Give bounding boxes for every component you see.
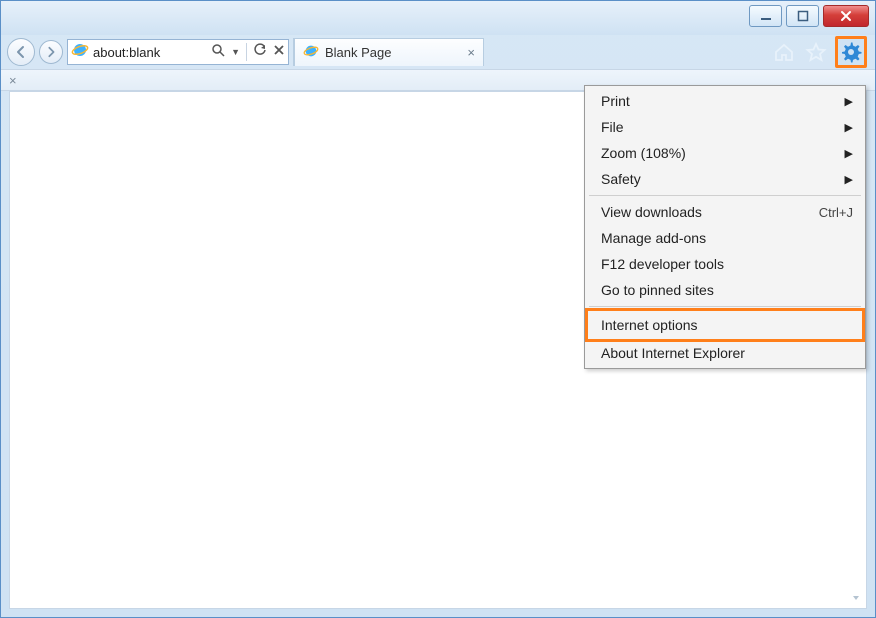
ie-logo-icon (303, 43, 319, 62)
menu-item-view-downloads[interactable]: View downloads Ctrl+J (587, 199, 863, 225)
menu-item-label: Go to pinned sites (601, 282, 714, 298)
menu-item-label: Internet options (601, 317, 698, 333)
dropdown-icon[interactable]: ▼ (231, 47, 240, 57)
submenu-arrow-icon: ▶ (845, 121, 853, 134)
scroll-down-icon[interactable] (848, 590, 864, 606)
menu-item-print[interactable]: Print ▶ (587, 88, 863, 114)
tab-strip: Blank Page × (293, 38, 493, 66)
back-button[interactable] (7, 38, 35, 66)
menu-item-label: Manage add-ons (601, 230, 706, 246)
subtab-close-icon[interactable]: × (9, 73, 17, 88)
menu-item-label: F12 developer tools (601, 256, 724, 272)
menu-item-go-to-pinned-sites[interactable]: Go to pinned sites (587, 277, 863, 303)
menu-item-file[interactable]: File ▶ (587, 114, 863, 140)
close-button[interactable] (823, 5, 869, 27)
ie-logo-icon (71, 41, 89, 64)
menu-item-manage-add-ons[interactable]: Manage add-ons (587, 225, 863, 251)
menu-item-zoom-108[interactable]: Zoom (108%) ▶ (587, 140, 863, 166)
menu-item-label: Print (601, 93, 630, 109)
forward-button[interactable] (39, 40, 63, 64)
address-bar[interactable]: about:blank ▼ (67, 39, 289, 65)
menu-shortcut: Ctrl+J (819, 205, 853, 220)
submenu-arrow-icon: ▶ (845, 95, 853, 108)
menu-item-label: View downloads (601, 204, 702, 220)
tab-title: Blank Page (325, 45, 392, 60)
minimize-button[interactable] (749, 5, 782, 27)
address-text[interactable]: about:blank (93, 45, 207, 60)
menu-item-about-internet-explorer[interactable]: About Internet Explorer (587, 340, 863, 366)
gear-icon[interactable] (838, 39, 864, 65)
menu-item-safety[interactable]: Safety ▶ (587, 166, 863, 192)
divider (246, 43, 247, 61)
toolbar: about:blank ▼ (1, 35, 875, 69)
menu-item-internet-options[interactable]: Internet options (587, 310, 863, 340)
menu-separator (589, 306, 861, 307)
menu-item-f12-developer-tools[interactable]: F12 developer tools (587, 251, 863, 277)
stop-icon[interactable] (273, 43, 285, 61)
submenu-arrow-icon: ▶ (845, 173, 853, 186)
menu-item-label: Zoom (108%) (601, 145, 686, 161)
search-icon[interactable] (211, 43, 225, 62)
menu-item-label: About Internet Explorer (601, 345, 745, 361)
menu-item-label: File (601, 119, 624, 135)
browser-tab[interactable]: Blank Page × (294, 38, 484, 66)
menu-item-label: Safety (601, 171, 641, 187)
tools-menu: Print ▶ File ▶ Zoom (108%) ▶ Safety ▶ View downl… (584, 85, 866, 369)
tab-close-icon[interactable]: × (467, 45, 475, 60)
menu-separator (589, 195, 861, 196)
refresh-icon[interactable] (253, 43, 267, 62)
favorites-icon[interactable] (803, 39, 829, 65)
tools-gear-highlight (835, 36, 867, 68)
ie-window: about:blank ▼ (0, 0, 876, 618)
title-bar (1, 1, 875, 35)
maximize-button[interactable] (786, 5, 819, 27)
home-icon[interactable] (771, 39, 797, 65)
submenu-arrow-icon: ▶ (845, 147, 853, 160)
